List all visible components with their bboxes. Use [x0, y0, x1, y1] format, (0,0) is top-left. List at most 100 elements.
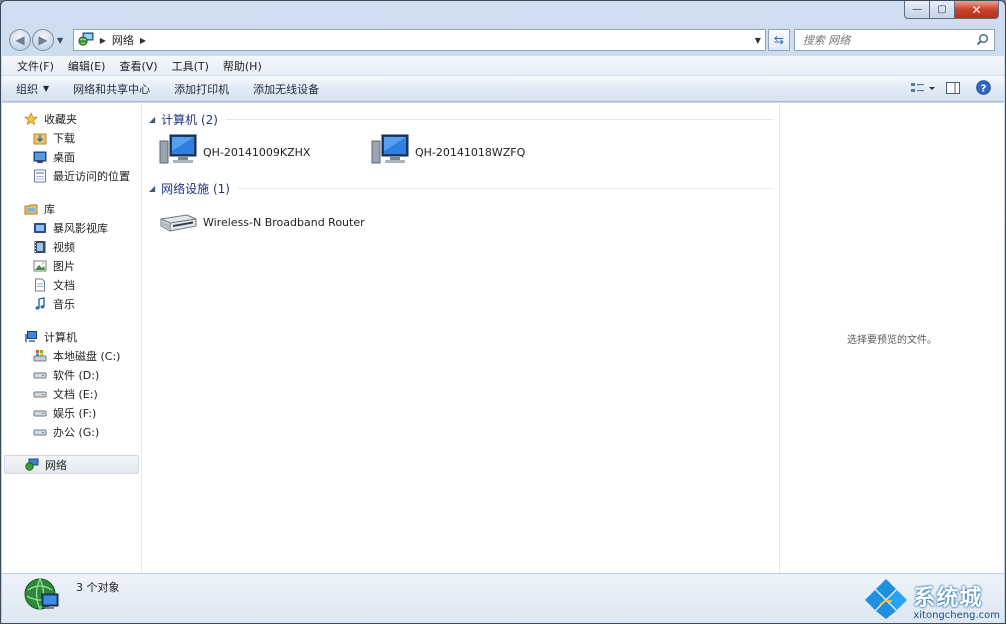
group-title: 计算机 (2) [161, 113, 218, 127]
music-note-icon [33, 296, 47, 311]
watermark-text: 系统城 xitongcheng.com [913, 580, 1000, 621]
sidebar-item-label: 桌面 [53, 150, 75, 164]
group-header-network-infrastructure[interactable]: ◢ 网络设施 (1) [143, 180, 773, 197]
address-bar[interactable]: ▶ 网络 ▶ ▼ [72, 29, 766, 51]
sidebar-item-label: 本地磁盘 (C:) [53, 349, 121, 363]
sidebar-item-favorites[interactable]: 收藏夹 [2, 109, 141, 128]
sidebar-item-label: 网络 [45, 458, 67, 472]
watermark-subtitle: xitongcheng.com [913, 610, 1000, 621]
breadcrumb-network[interactable]: 网络 [112, 32, 134, 48]
sidebar-item-label: 下载 [53, 131, 75, 145]
file-name: Wireless-N Broadband Router [203, 216, 365, 229]
collapse-triangle-icon[interactable]: ◢ [149, 115, 155, 124]
preview-placeholder-text: 选择要预览的文件。 [847, 335, 937, 346]
sidebar-item-network[interactable]: 网络 [4, 455, 139, 474]
group-divider [237, 188, 773, 189]
sidebar-item-label: 音乐 [53, 297, 75, 311]
system-drive-icon [33, 349, 47, 363]
sidebar-item-label: 娱乐 (F:) [53, 406, 97, 420]
add-wireless-device-button[interactable]: 添加无线设备 [253, 81, 319, 97]
sidebar-item-videos[interactable]: 视频 [2, 237, 141, 256]
menu-help[interactable]: 帮助(H) [216, 58, 269, 74]
search-box[interactable] [793, 29, 996, 51]
video-library-icon [33, 221, 47, 235]
sidebar-item-drive-g[interactable]: 办公 (G:) [2, 422, 141, 441]
downloads-folder-icon [33, 131, 47, 145]
group-header-computers[interactable]: ◢ 计算机 (2) [143, 111, 773, 128]
maximize-button[interactable]: ▢ [930, 1, 955, 19]
preview-pane-button[interactable] [942, 80, 964, 98]
watermark-title: 系统城 [913, 586, 983, 611]
help-button[interactable]: ? [972, 80, 994, 98]
sidebar-item-drive-f[interactable]: 娱乐 (F:) [2, 403, 141, 422]
sidebar-item-computer[interactable]: 计算机 [2, 327, 141, 346]
sidebar-item-libraries[interactable]: 库 [2, 199, 141, 218]
recent-pages-dropdown[interactable]: ▼ [57, 36, 63, 45]
sidebar-item-label: 文档 [53, 278, 75, 292]
menu-edit[interactable]: 编辑(E) [61, 58, 113, 74]
sidebar-item-drive-c[interactable]: 本地磁盘 (C:) [2, 346, 141, 365]
sidebar-item-drive-e[interactable]: 文档 (E:) [2, 384, 141, 403]
network-globe-icon [24, 576, 60, 617]
forward-button[interactable]: ▶ [32, 29, 54, 51]
network-sharing-center-button[interactable]: 网络和共享中心 [73, 81, 150, 97]
libraries-icon [24, 202, 38, 216]
add-printer-button[interactable]: 添加打印机 [174, 81, 229, 97]
back-arrow-icon: ◀ [15, 33, 25, 47]
preview-pane-icon [946, 81, 960, 97]
sidebar-item-desktop[interactable]: 桌面 [2, 147, 141, 166]
address-dropdown-icon[interactable]: ▼ [755, 36, 761, 45]
sidebar-item-music[interactable]: 音乐 [2, 294, 141, 313]
sidebar-item-label: 最近访问的位置 [53, 169, 130, 183]
sidebar-item-label: 图片 [53, 259, 75, 273]
details-pane: 3 个对象 系统城 xitongcheng.com [2, 573, 1004, 623]
film-icon [33, 240, 47, 254]
hard-drive-icon [33, 406, 47, 420]
sidebar-item-pictures[interactable]: 图片 [2, 256, 141, 275]
file-list-pane[interactable]: ◢ 计算机 (2) QH-20141009KZHX QH-20141018WZF… [143, 103, 779, 573]
refresh-icon: ⇆ [773, 33, 784, 47]
list-item-computer-2[interactable]: QH-20141018WZFQ [371, 133, 525, 172]
back-button[interactable]: ◀ [9, 29, 31, 51]
list-item-router[interactable]: Wireless-N Broadband Router [159, 209, 365, 236]
menu-view[interactable]: 查看(V) [112, 58, 164, 74]
caption-buttons: — ▢ ✕ [904, 1, 999, 19]
breadcrumb-separator[interactable]: ▶ [100, 36, 106, 45]
sidebar-item-documents[interactable]: 文档 [2, 275, 141, 294]
view-tools: ? [904, 80, 994, 98]
collapse-triangle-icon[interactable]: ◢ [149, 184, 155, 193]
sidebar-item-label: 计算机 [44, 330, 77, 344]
computer-icon [24, 330, 38, 344]
computer-icon [159, 133, 197, 172]
list-item-computer-1[interactable]: QH-20141009KZHX [159, 133, 310, 172]
view-options-icon [910, 82, 936, 97]
watermark-logo: 系统城 xitongcheng.com [863, 578, 1000, 623]
menu-file[interactable]: 文件(F) [10, 58, 61, 74]
sidebar-item-drive-d[interactable]: 软件 (D:) [2, 365, 141, 384]
group-divider [225, 119, 773, 120]
search-input[interactable] [802, 33, 973, 47]
change-view-button[interactable] [910, 80, 936, 98]
sidebar-item-downloads[interactable]: 下载 [2, 128, 141, 147]
sidebar-item-label: 文档 (E:) [53, 387, 98, 401]
refresh-button[interactable]: ⇆ [767, 29, 790, 51]
sidebar-item-recent-places[interactable]: 最近访问的位置 [2, 166, 141, 185]
sidebar-item-label: 办公 (G:) [53, 425, 100, 439]
item-count: 3 个对象 [76, 581, 120, 594]
minimize-button[interactable]: — [904, 1, 930, 19]
sidebar-item-label: 收藏夹 [44, 112, 77, 126]
group-title: 网络设施 (1) [161, 182, 230, 196]
hard-drive-icon [33, 368, 47, 382]
close-button[interactable]: ✕ [955, 1, 999, 19]
menu-bar: 文件(F) 编辑(E) 查看(V) 工具(T) 帮助(H) [2, 56, 1004, 76]
breadcrumb-separator[interactable]: ▶ [140, 36, 146, 45]
preview-pane: 选择要预览的文件。 [779, 103, 1004, 573]
file-name: QH-20141009KZHX [203, 146, 311, 159]
sidebar-item-baofeng-library[interactable]: 暴风影视库 [2, 218, 141, 237]
search-icon[interactable] [976, 33, 989, 49]
navigation-pane[interactable]: 收藏夹 下载 桌面 最近访问的位置 库 暴风影视库 视频 图片 文档 音乐 计算… [2, 103, 142, 573]
sidebar-item-label: 视频 [53, 240, 75, 254]
organize-button[interactable]: 组织 ▼ [16, 81, 49, 97]
menu-tools[interactable]: 工具(T) [165, 58, 216, 74]
recent-places-icon [33, 169, 47, 183]
